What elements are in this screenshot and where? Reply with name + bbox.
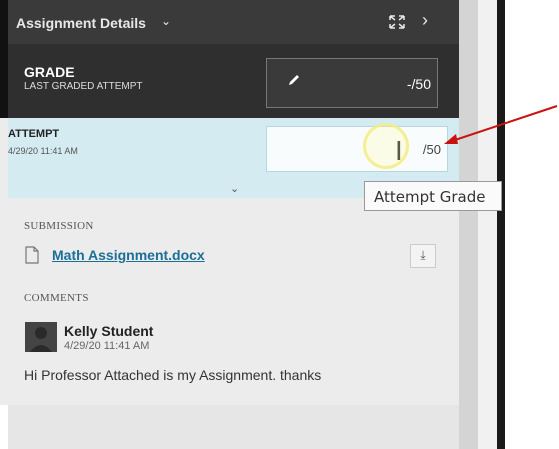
comment-date: 4/29/20 11:41 AM <box>64 340 150 352</box>
grade-field[interactable]: -/50 <box>266 58 438 108</box>
download-button[interactable]: ⤓ <box>410 244 436 268</box>
chevron-down-icon[interactable]: ⌄ <box>230 182 239 195</box>
grade-subtitle: LAST GRADED ATTEMPT <box>24 81 143 92</box>
panel-title[interactable]: Assignment Details <box>16 15 146 31</box>
window-edge <box>497 0 505 449</box>
attempt-date: 4/29/20 11:41 AM <box>8 146 78 156</box>
document-icon <box>25 246 39 264</box>
chevron-down-icon[interactable]: ⌄ <box>161 14 171 28</box>
background-strip <box>478 0 498 449</box>
attempt-grade-tooltip: Attempt Grade <box>364 181 502 211</box>
attempt-grade-input[interactable]: I /50 <box>266 126 448 172</box>
chevron-right-icon[interactable]: › <box>422 10 428 31</box>
annotation-arrow <box>444 105 558 144</box>
panel-header: Assignment Details ⌄ › <box>0 0 459 44</box>
cursor-highlight <box>363 123 409 169</box>
submission-label: SUBMISSION <box>24 220 94 232</box>
download-icon: ⤓ <box>420 248 426 262</box>
comment-author: Kelly Student <box>64 323 154 339</box>
attempt-grade-suffix: /50 <box>422 142 441 157</box>
submission-file-link[interactable]: Math Assignment.docx <box>52 247 205 263</box>
pencil-icon[interactable] <box>287 73 301 87</box>
grade-title: GRADE <box>24 64 75 80</box>
grade-value: -/50 <box>406 76 431 92</box>
comment-text: Hi Professor Attached is my Assignment. … <box>24 367 322 383</box>
attempt-title: ATTEMPT <box>8 128 60 140</box>
scrollbar-track[interactable] <box>459 0 479 449</box>
expand-icon[interactable] <box>388 14 406 30</box>
avatar <box>25 322 57 352</box>
panel-footer <box>8 405 459 449</box>
comments-label: COMMENTS <box>24 292 89 304</box>
